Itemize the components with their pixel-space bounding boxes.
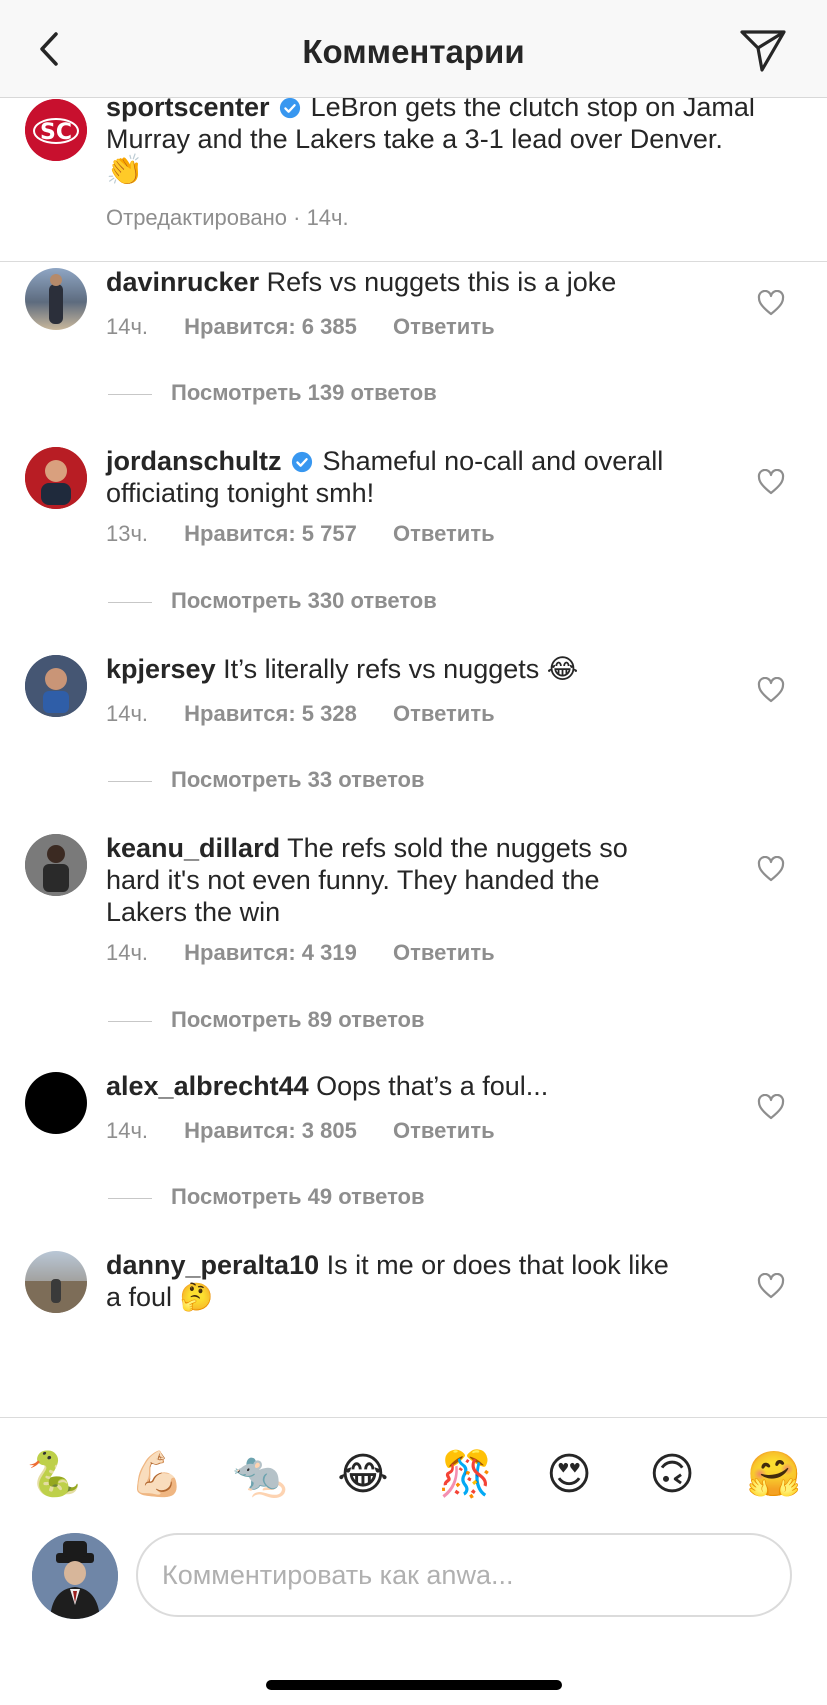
avatar-kpjersey[interactable] [25,655,87,717]
comment-time: 14ч. [106,701,149,726]
avatar-photo [32,1533,118,1619]
emoji-upside-down-button[interactable]: 🙃 [644,1450,700,1500]
comment-body: Oops that’s a foul... [316,1071,549,1101]
replies-divider [108,1197,152,1199]
reply-button[interactable]: Ответить [393,940,495,965]
comment-meta: 14ч. Нравится: 6 385 Ответить [106,314,525,340]
comment-time: 14ч. [106,314,149,339]
emoji-snake-button[interactable]: 🐍 [26,1450,82,1500]
send-direct-icon[interactable] [738,28,788,74]
view-replies-label: Посмотреть 330 ответов [171,588,437,613]
avatar-photo [25,1279,87,1313]
comment-username[interactable]: kpjersey [106,654,216,684]
caption-username[interactable]: sportscenter [106,97,270,122]
view-replies-label: Посмотреть 139 ответов [171,380,437,405]
comment-meta: 13ч. Нравится: 5 757 Ответить [106,521,525,547]
comment-likes[interactable]: Нравится: 6 385 [184,314,357,339]
comment-likes[interactable]: Нравится: 4 319 [184,940,357,965]
emoji-quick-bar: 🐍 💪🏻 🐀 😂 🎊 😍 🙃 🤗 [0,1417,827,1528]
sportscenter-logo: SC [25,99,87,161]
comment-time: 13ч. [106,521,149,546]
view-replies-button[interactable]: Посмотреть 330 ответов [108,588,437,614]
comments-list: davinrucker Refs vs nuggets this is a jo… [0,262,827,1417]
like-heart-icon[interactable] [757,469,785,495]
comment-text: jordanschultz Shameful no-call and overa… [106,445,686,509]
reply-button[interactable]: Ответить [393,1118,495,1143]
comment-text: davinrucker Refs vs nuggets this is a jo… [106,266,686,298]
verified-badge-icon [291,451,313,473]
emoji-hug-button[interactable]: 🤗 [746,1450,802,1500]
caption-meta: Отредактировано · 14ч. [106,205,349,230]
reply-button[interactable]: Ответить [393,701,495,726]
avatar-sportscenter[interactable]: SC [25,99,87,161]
comment-text: keanu_dillard The refs sold the nuggets … [106,832,686,928]
avatar-photo [49,274,63,324]
view-replies-button[interactable]: Посмотреть 49 ответов [108,1184,425,1210]
comment-composer: Комментировать как anwa... [0,1527,827,1705]
avatar-danny-peralta10[interactable] [25,1251,87,1313]
caption-text: sportscenter LeBron gets the clutch stop… [106,97,806,187]
emoji-rat-button[interactable]: 🐀 [232,1450,288,1500]
like-heart-icon[interactable] [757,677,785,703]
verified-badge-icon [279,97,301,119]
avatar-photo [25,447,87,509]
emoji-confetti-button[interactable]: 🎊 [438,1450,494,1500]
reply-button[interactable]: Ответить [393,521,495,546]
comment-time: 14ч. [106,940,149,965]
emoji-heart-eyes-button[interactable]: 😍 [541,1450,597,1500]
avatar-alex-albrecht44[interactable] [25,1072,87,1134]
comment-text: kpjersey It’s literally refs vs nuggets … [106,653,686,685]
comment-meta: 14ч. Нравится: 3 805 Ответить [106,1118,525,1144]
avatar-davinrucker[interactable] [25,268,87,330]
comment-meta: 14ч. Нравится: 4 319 Ответить [106,940,525,966]
emoji-muscle-button[interactable]: 💪🏻 [129,1450,185,1500]
view-replies-label: Посмотреть 33 ответов [171,767,425,792]
avatar-photo [25,655,87,717]
comment-input[interactable]: Комментировать как anwa... [136,1533,792,1617]
replies-divider [108,780,152,782]
header-bar: Комментарии [0,0,827,98]
view-replies-label: Посмотреть 89 ответов [171,1007,425,1032]
replies-divider [108,1020,152,1022]
replies-divider [108,601,152,603]
view-replies-button[interactable]: Посмотреть 33 ответов [108,767,425,793]
like-heart-icon[interactable] [757,1273,785,1299]
emoji-laugh-button[interactable]: 😂 [335,1450,391,1500]
caption-emoji: 👏 [106,154,144,187]
comment-username[interactable]: keanu_dillard [106,833,280,863]
like-heart-icon[interactable] [757,1094,785,1120]
view-replies-button[interactable]: Посмотреть 89 ответов [108,1007,425,1033]
replies-divider [108,393,152,395]
post-caption: SC sportscenter LeBron gets the clutch s… [0,97,827,262]
like-heart-icon[interactable] [757,290,785,316]
home-indicator [266,1680,562,1690]
reply-button[interactable]: Ответить [393,314,495,339]
comment-username[interactable]: danny_peralta10 [106,1250,319,1280]
comment-body: Refs vs nuggets this is a joke [266,267,617,297]
avatar-jordanschultz[interactable] [25,447,87,509]
current-user-avatar [32,1533,118,1619]
view-replies-button[interactable]: Посмотреть 139 ответов [108,380,437,406]
avatar-keanu-dillard[interactable] [25,834,87,896]
comment-likes[interactable]: Нравится: 5 757 [184,521,357,546]
comment-body: It’s literally refs vs nuggets 😂 [223,654,579,684]
comment-username[interactable]: davinrucker [106,267,259,297]
comment-likes[interactable]: Нравится: 5 328 [184,701,357,726]
page-title: Комментарии [302,33,525,70]
comment-username[interactable]: jordanschultz [106,446,282,476]
comment-text: danny_peralta10 Is it me or does that lo… [106,1249,686,1313]
view-replies-label: Посмотреть 49 ответов [171,1184,425,1209]
like-heart-icon[interactable] [757,856,785,882]
avatar-photo [25,834,87,896]
comment-meta: 14ч. Нравится: 5 328 Ответить [106,701,525,727]
comment-username[interactable]: alex_albrecht44 [106,1071,309,1101]
comment-text: alex_albrecht44 Oops that’s a foul... [106,1070,686,1102]
comment-likes[interactable]: Нравится: 3 805 [184,1118,357,1143]
comment-time: 14ч. [106,1118,149,1143]
